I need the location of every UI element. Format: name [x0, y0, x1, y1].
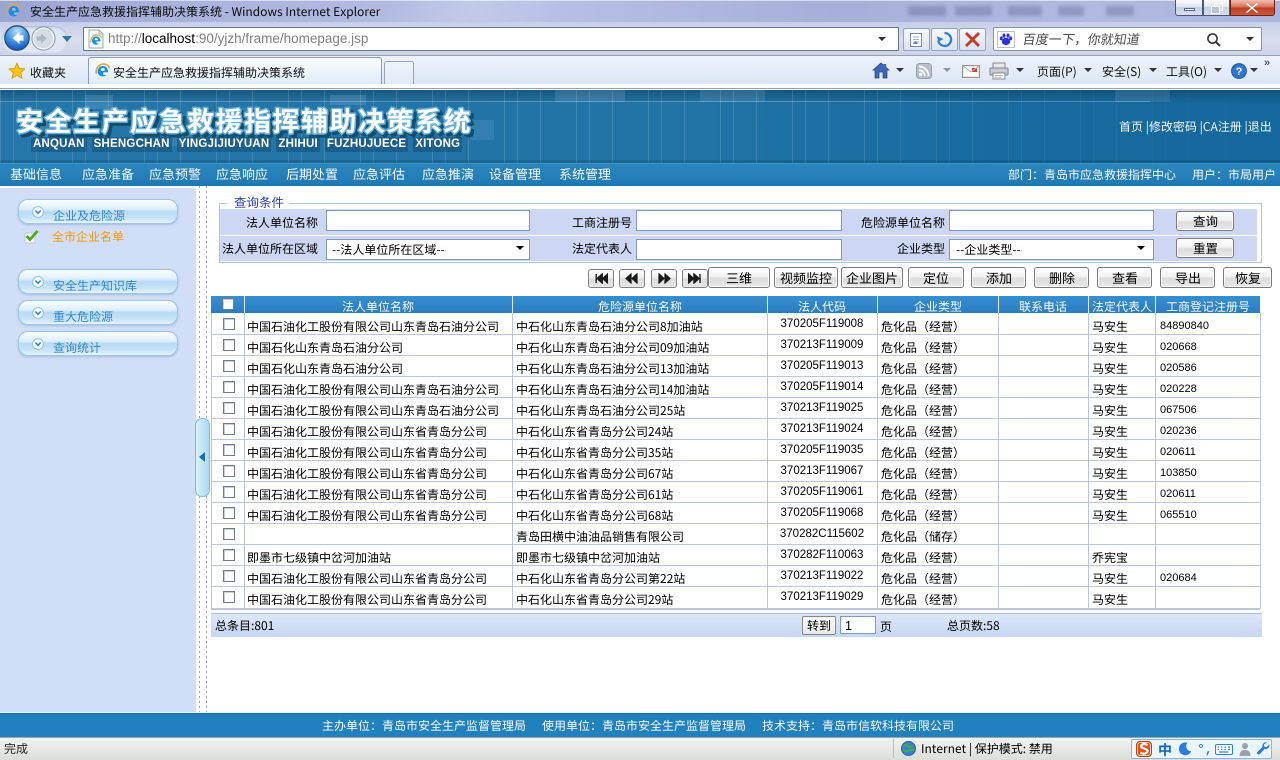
svg-text:?: ?	[1236, 66, 1243, 78]
